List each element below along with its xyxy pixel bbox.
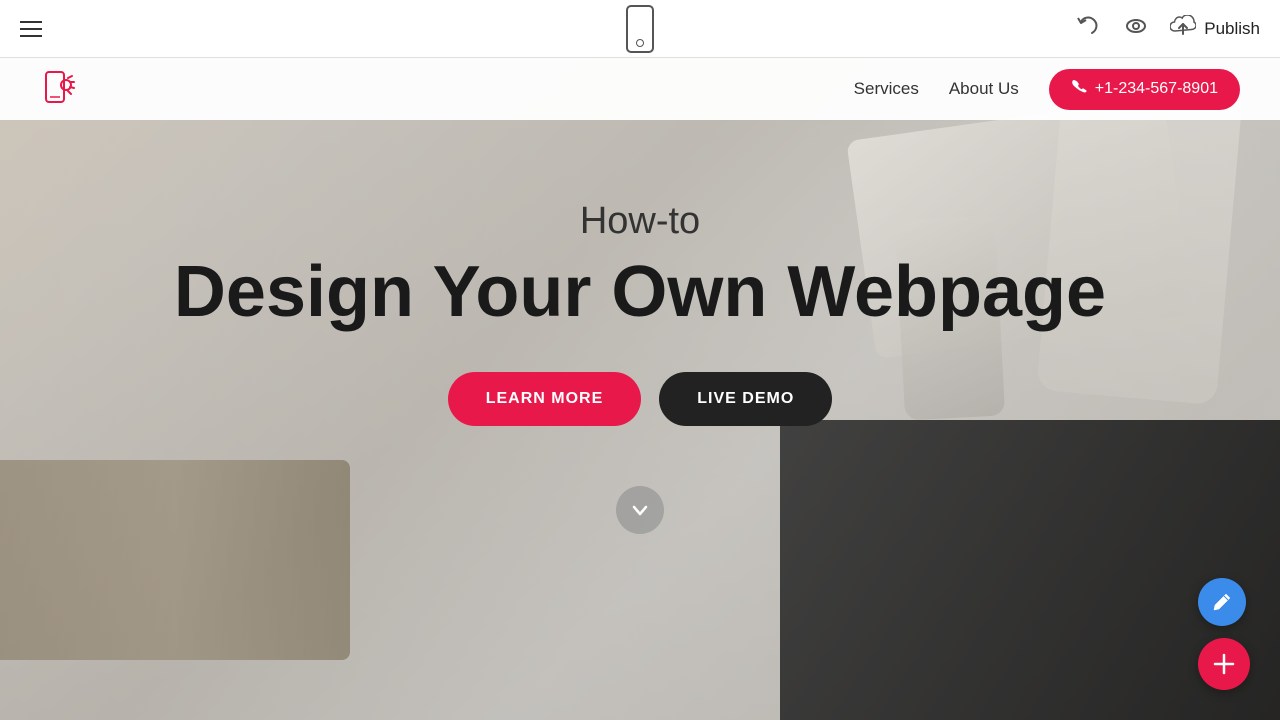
phone-button[interactable]: +1-234-567-8901 bbox=[1049, 69, 1240, 110]
phone-number: +1-234-567-8901 bbox=[1095, 80, 1218, 98]
hamburger-icon[interactable] bbox=[20, 21, 42, 37]
scroll-down-button[interactable] bbox=[616, 486, 664, 534]
logo-icon bbox=[40, 66, 86, 112]
toolbar-center bbox=[626, 5, 654, 53]
learn-more-button[interactable]: LEARN MORE bbox=[448, 372, 642, 426]
hero-content: How-to Design Your Own Webpage LEARN MOR… bbox=[0, 120, 1280, 426]
mobile-view-icon[interactable] bbox=[626, 5, 654, 53]
scroll-down-icon bbox=[630, 500, 650, 520]
toolbar: Publish bbox=[0, 0, 1280, 58]
fab-container bbox=[1198, 578, 1250, 690]
hero-title: Design Your Own Webpage bbox=[174, 253, 1106, 332]
edit-pen-icon bbox=[1211, 591, 1233, 613]
toolbar-left bbox=[20, 21, 42, 37]
eye-icon[interactable] bbox=[1122, 12, 1150, 46]
toolbar-right: Publish bbox=[1074, 12, 1260, 46]
fab-edit-button[interactable] bbox=[1198, 578, 1246, 626]
add-plus-icon bbox=[1211, 651, 1237, 677]
site-logo bbox=[40, 66, 86, 112]
undo-icon[interactable] bbox=[1074, 12, 1102, 46]
fab-add-button[interactable] bbox=[1198, 638, 1250, 690]
hero-buttons: LEARN MORE LIVE DEMO bbox=[448, 372, 833, 426]
nav-link-services[interactable]: Services bbox=[854, 79, 919, 99]
site-navigation: Services About Us +1-234-567-8901 bbox=[0, 58, 1280, 120]
phone-icon bbox=[1071, 79, 1087, 100]
nav-link-about[interactable]: About Us bbox=[949, 79, 1019, 99]
scroll-down-section bbox=[0, 486, 1280, 534]
publish-cloud-icon bbox=[1170, 15, 1196, 43]
site-nav-links: Services About Us +1-234-567-8901 bbox=[854, 69, 1240, 110]
live-demo-button[interactable]: LIVE DEMO bbox=[659, 372, 832, 426]
publish-button[interactable]: Publish bbox=[1170, 15, 1260, 43]
publish-label: Publish bbox=[1204, 19, 1260, 39]
hero-subtitle: How-to bbox=[580, 200, 700, 243]
website-preview: Services About Us +1-234-567-8901 How-to… bbox=[0, 58, 1280, 720]
